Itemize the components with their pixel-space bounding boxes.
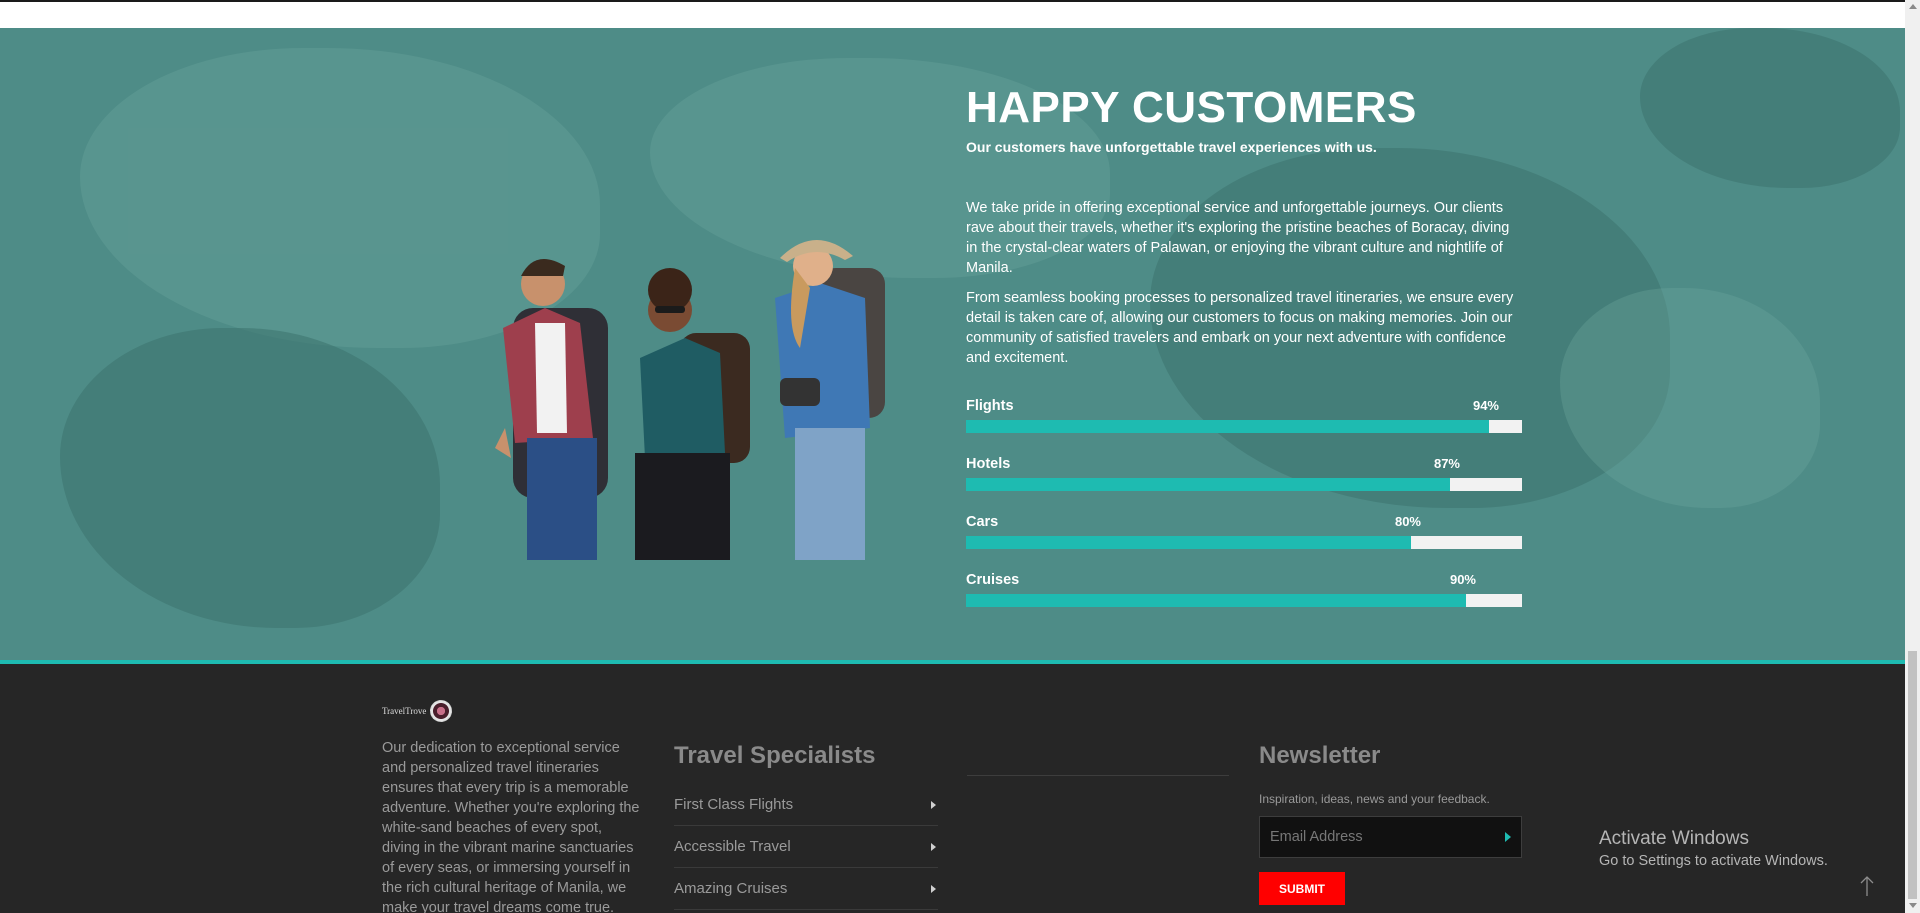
footer-about-text: Our dedication to exceptional service an…: [382, 740, 640, 913]
link-first-class-flights[interactable]: First Class Flights: [674, 784, 938, 826]
progress-track: [966, 420, 1522, 433]
caret-right-icon: [931, 885, 936, 893]
progress-flights: Flights 94%: [966, 398, 1522, 444]
newsletter-heading: Newsletter: [1259, 742, 1381, 769]
progress-percent: 94%: [1472, 398, 1499, 413]
intro-paragraph: We take pride in offering exceptional se…: [966, 200, 1510, 276]
progress-label: Flights: [966, 398, 1014, 414]
progress-percent: 80%: [1394, 514, 1421, 529]
email-field[interactable]: [1260, 817, 1485, 857]
progress-fill: [966, 594, 1466, 607]
travelers-photo: [495, 239, 885, 560]
progress-fill: [966, 420, 1489, 433]
happy-customers-section: HAPPY CUSTOMERS Our customers have unfor…: [0, 28, 1905, 660]
windows-activation-subtitle: Go to Settings to activate Windows.: [1599, 853, 1828, 869]
windows-activation-title: Activate Windows: [1599, 828, 1749, 849]
link-label: Accessible Travel: [674, 838, 791, 855]
progress-label: Cars: [966, 514, 999, 530]
link-label: Amazing Cruises: [674, 880, 788, 897]
traveler-woman-figure: [635, 268, 750, 560]
progress-track: [966, 536, 1522, 549]
page-scrollbar[interactable]: [1905, 0, 1920, 913]
top-browser-strip: [0, 0, 1905, 28]
submit-button[interactable]: SUBMIT: [1259, 872, 1345, 905]
logo-badge-icon: [430, 700, 453, 722]
progress-cruises: Cruises 90%: [966, 572, 1522, 618]
link-amazing-cruises[interactable]: Amazing Cruises: [674, 868, 938, 910]
progress-fill: [966, 536, 1411, 549]
map-continent-shape: [60, 328, 440, 628]
progress-hotels: Hotels 87%: [966, 456, 1522, 502]
footer-logo[interactable]: TravelTrove: [382, 700, 453, 722]
section-subtitle: Our customers have unforgettable travel …: [966, 139, 1377, 155]
newsletter-form: [1259, 816, 1522, 858]
progress-cars: Cars 80%: [966, 514, 1522, 560]
traveler-woman-hat-figure: [775, 239, 885, 560]
scroll-up-icon[interactable]: [1909, 4, 1917, 9]
logo-text: TravelTrove: [382, 706, 427, 716]
map-continent-shape: [1640, 28, 1900, 188]
caret-right-icon: [931, 843, 936, 851]
progress-label: Cruises: [966, 572, 1020, 588]
scrollbar-thumb[interactable]: [1908, 651, 1917, 899]
newsletter-description: Inspiration, ideas, news and your feedba…: [1259, 792, 1490, 806]
arrow-up-icon[interactable]: [1857, 874, 1877, 898]
traveler-man-figure: [495, 258, 608, 560]
footer-column-divider: [967, 775, 1229, 776]
progress-track: [966, 594, 1522, 607]
link-accessible-travel[interactable]: Accessible Travel: [674, 826, 938, 868]
specialists-heading: Travel Specialists: [674, 742, 876, 769]
specialists-links: First Class Flights Accessible Travel Am…: [674, 784, 938, 910]
progress-percent: 87%: [1433, 456, 1460, 471]
caret-right-icon: [931, 801, 936, 809]
section-title: HAPPY CUSTOMERS: [966, 83, 1417, 132]
progress-percent: 90%: [1449, 572, 1476, 587]
progress-label: Hotels: [966, 456, 1011, 472]
link-label: First Class Flights: [674, 796, 794, 813]
detail-paragraph: From seamless booking processes to perso…: [966, 290, 1514, 366]
progress-track: [966, 478, 1522, 491]
scroll-down-icon[interactable]: [1909, 903, 1917, 908]
progress-fill: [966, 478, 1450, 491]
arrow-right-icon[interactable]: [1505, 832, 1511, 842]
site-footer: TravelTrove Our dedication to exceptiona…: [0, 664, 1905, 913]
